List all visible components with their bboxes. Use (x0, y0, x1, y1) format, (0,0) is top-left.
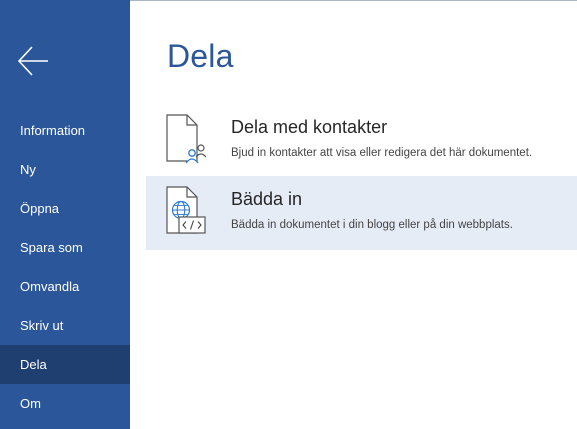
backstage-nav: Information Ny Öppna Spara som Omvandla … (0, 111, 130, 423)
nav-item-information[interactable]: Information (0, 111, 130, 150)
backstage-sidebar: Information Ny Öppna Spara som Omvandla … (0, 0, 130, 429)
nav-item-print[interactable]: Skriv ut (0, 306, 130, 345)
nav-item-open[interactable]: Öppna (0, 189, 130, 228)
embed-icon (165, 186, 209, 236)
share-panel: Dela Dela med kontakter Bjud in kontakte… (130, 0, 577, 429)
share-with-people-option[interactable]: Dela med kontakter Bjud in kontakter att… (146, 104, 577, 178)
option-description: Bjud in kontakter att visa eller rediger… (231, 147, 533, 159)
nav-item-share[interactable]: Dela (0, 345, 130, 384)
nav-item-about[interactable]: Om (0, 384, 130, 423)
nav-item-save-as[interactable]: Spara som (0, 228, 130, 267)
nav-item-new[interactable]: Ny (0, 150, 130, 189)
page-title: Dela (167, 38, 234, 74)
option-title: Bädda in (231, 189, 303, 209)
nav-item-convert[interactable]: Omvandla (0, 267, 130, 306)
back-button[interactable] (16, 44, 52, 78)
option-title: Dela med kontakter (231, 117, 388, 137)
option-description: Bädda in dokumentet i din blogg eller på… (231, 219, 513, 231)
arrow-left-icon (17, 46, 48, 76)
embed-option[interactable]: Bädda in Bädda in dokumentet i din blogg… (146, 176, 577, 250)
share-with-people-icon (165, 114, 209, 164)
